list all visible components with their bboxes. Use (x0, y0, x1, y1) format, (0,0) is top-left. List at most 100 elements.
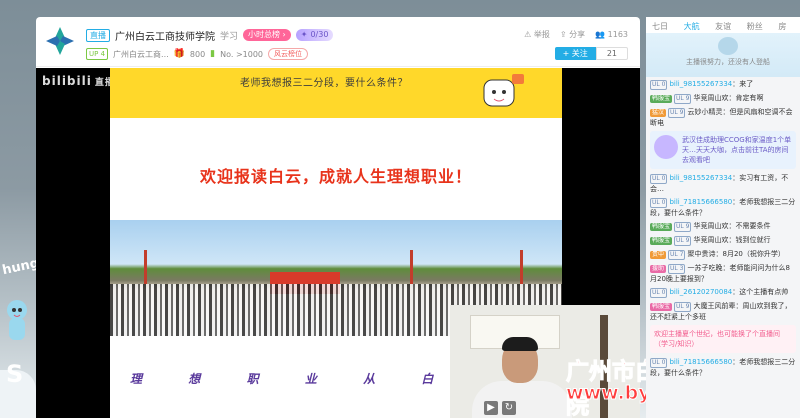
tab-seven-day[interactable]: 七日榜 (652, 21, 676, 42)
task-icon: ✦ (300, 30, 308, 39)
fan-badge: 韩服宝 (650, 223, 673, 231)
task-pill[interactable]: ✦ 0/30 (295, 29, 334, 41)
area-link[interactable]: 学习 (220, 29, 238, 42)
chat-text: 华竞周山欢：肯定有啊 (693, 94, 764, 102)
chat-message: 援助 UL 3 一苏子吃晚：老师能问问为什么8月20晚上要报到？ (650, 263, 796, 284)
report-label: 举报 (533, 30, 550, 39)
slogan-char: 白 (421, 372, 434, 386)
user-level: UL 0 (650, 358, 668, 368)
share-button[interactable]: ⇪ 分享 (560, 29, 585, 40)
chat-message: UL 0 bili_26120270084：这个主播有点帅 (650, 287, 796, 298)
fan-badge: 韩服宝 (650, 303, 673, 311)
cartoon-mascot-icon (483, 74, 524, 107)
slogan-char: 从 (363, 372, 376, 386)
chat-text: 华竞周山欢：不需要条件 (693, 222, 771, 230)
chat-username[interactable]: bili_98155267334 (669, 174, 732, 182)
slide-headline: 欢迎报读白云，成就人生理想职业！ (199, 167, 472, 186)
mascot-icon (7, 300, 27, 340)
slide-question: 老师我想报三二分段，要什么条件？ (240, 78, 408, 89)
chat-message: 韩服宝 UL 9 华竞周山欢：不需要条件 (650, 221, 796, 232)
user-level: UL 0 (650, 80, 668, 90)
follower-count: 21 (595, 47, 628, 60)
user-level: UL 0 (650, 198, 668, 208)
guard-banner-text: 主播很努力，还没有人登船 (686, 58, 770, 66)
live-badge: 直播 (86, 28, 110, 42)
chat-message: 韩服宝 UL 9 华竞周山欢：肯定有啊 (650, 93, 796, 104)
user-level: UL 0 (650, 174, 668, 184)
task-progress: 0/30 (310, 30, 329, 39)
slogan-char: 业 (304, 372, 317, 386)
share-label: 分享 (569, 30, 586, 39)
slogan-char: 想 (188, 372, 201, 386)
user-level: UL 3 (668, 264, 686, 274)
room-header: 直播 广州白云工商技师学院 学习 小时总榜 › ✦ 0/30 UP 4 广州白云… (36, 17, 640, 67)
popularity: 👥 1163 (595, 30, 628, 39)
streamer-name[interactable]: 广州白云工商... (113, 49, 169, 60)
room-title-row: 直播 广州白云工商技师学院 学习 小时总榜 › ✦ 0/30 (86, 27, 334, 43)
user-level: UL 9 (674, 302, 692, 312)
chat-message: 贵中 UL 7 聚中贵诗：8月20（祝你升学） (650, 249, 796, 260)
room-title: 广州白云工商技师学院 (115, 31, 215, 43)
gift-avatar (654, 135, 678, 159)
tab-guard[interactable]: 大航海 (684, 21, 708, 42)
tab-admins[interactable]: 房管 (778, 21, 794, 42)
chat-username[interactable]: bili_71815666580 (669, 198, 732, 206)
tab-fans[interactable]: 粉丝榜 (747, 21, 771, 42)
gift-icon: 🎁 (173, 49, 185, 59)
chat-text: 华竞周山欢：钱到位就行 (693, 236, 771, 244)
rank-pill[interactable]: 风云榜位 (268, 48, 309, 60)
gift-notice-card[interactable]: 武汉佳成助理CCOG和家温度1个单天…天天大咖，点击前往TA的房间去观看吧 (650, 131, 796, 169)
fan-badge: 贵中 (650, 251, 667, 259)
chat-username[interactable]: bili_26120270084 (669, 288, 732, 296)
follow-group: + 关注 21 (554, 47, 628, 60)
chat-message: UL 0 bili_98155267334：来了 (650, 79, 796, 90)
chat-message: UL 0 bili_71815666580：老师我想报三二分段，要什么条件？ (650, 357, 796, 378)
user-level: UL 9 (674, 94, 692, 104)
flag-pole (410, 250, 413, 284)
follow-button[interactable]: + 关注 (554, 47, 596, 60)
chat-messages: UL 0 bili_98155267334：来了 韩服宝 UL 9 华竞周山欢：肯定有… (646, 77, 800, 383)
chat-text: ：这个主播有点帅 (732, 288, 789, 296)
chat-sidebar: 七日榜 大航海 友谊社 粉丝榜 房管 主播很努力，还没有人登船 UL 0bili… (646, 17, 800, 418)
watermark-brand: bilibili (42, 74, 92, 88)
chat-username[interactable]: bili_71815666580 (669, 358, 732, 366)
gift-count: 800 (189, 49, 206, 59)
streamer-info-row: UP 4 广州白云工商... 🎁 800 ▮ No. >1000 风云榜位 (86, 47, 309, 61)
flag-pole (520, 250, 523, 284)
chat-message: 韩服宝 UL 9 大魔王风前辈：周山欢到我了，还不赶紧上个多班 (650, 301, 796, 322)
chat-text: ：来了 (732, 80, 754, 88)
chat-message: UL 0 bili_98155267334：实习有工资，不会… (650, 173, 796, 194)
background-decoration: hungry S (0, 0, 55, 418)
chat-text: 聚中贵诗：8月20（祝你升学） (687, 250, 785, 258)
user-level: UL 9 (674, 236, 692, 246)
slogan-char: 职 (246, 372, 259, 386)
slogan-char: 理 (130, 372, 143, 386)
school-logo[interactable] (44, 25, 76, 57)
chat-message: UL 0 bili_71815666580：老师我想报三二分段，要什么条件？ (650, 197, 796, 218)
live-room-panel: 直播 广州白云工商技师学院 学习 小时总榜 › ✦ 0/30 UP 4 广州白云… (36, 17, 640, 418)
user-level: UL 9 (674, 222, 692, 232)
play-icon[interactable]: ▶ (484, 401, 498, 415)
background-letter: S (6, 360, 24, 388)
report-button[interactable]: ⚠ 举报 (524, 29, 550, 40)
rank-bars-icon: ▮ (210, 49, 216, 59)
sidebar-tabs: 七日榜 大航海 友谊社 粉丝榜 房管 (646, 17, 800, 42)
bird-icon (718, 37, 738, 55)
fan-badge: 援助 (650, 265, 667, 273)
fan-badge: 韩服宝 (650, 237, 673, 245)
flag-pole (144, 250, 147, 284)
chat-message: 韩服宝 UL 9 华竞周山欢：钱到位就行 (650, 235, 796, 246)
video-player[interactable]: bilibili 直播 老师我想报三二分段，要什么条件？ 欢迎报读白云，成就人生理… (36, 68, 640, 418)
tab-friends[interactable]: 友谊社 (715, 21, 739, 42)
header-actions: ⚠ 举报 ⇪ 分享 👥 1163 (524, 29, 628, 40)
bilibili-watermark: bilibili 直播 (42, 74, 115, 88)
chat-username[interactable]: bili_98155267334 (669, 80, 732, 88)
fan-badge: 猛汉 (650, 109, 667, 117)
refresh-icon[interactable]: ↻ (502, 401, 516, 415)
gift-notice-text: 武汉佳成助理CCOG和家温度1个单天…天天大咖，点击前往TA的房间去观看吧 (682, 136, 792, 164)
rank-value: No. >1000 (220, 49, 264, 59)
popularity-count: 1163 (607, 30, 628, 39)
presenter-hair (502, 337, 538, 351)
hour-rank-pill[interactable]: 小时总榜 › (243, 29, 291, 41)
guard-banner: 主播很努力，还没有人登船 (646, 33, 800, 77)
